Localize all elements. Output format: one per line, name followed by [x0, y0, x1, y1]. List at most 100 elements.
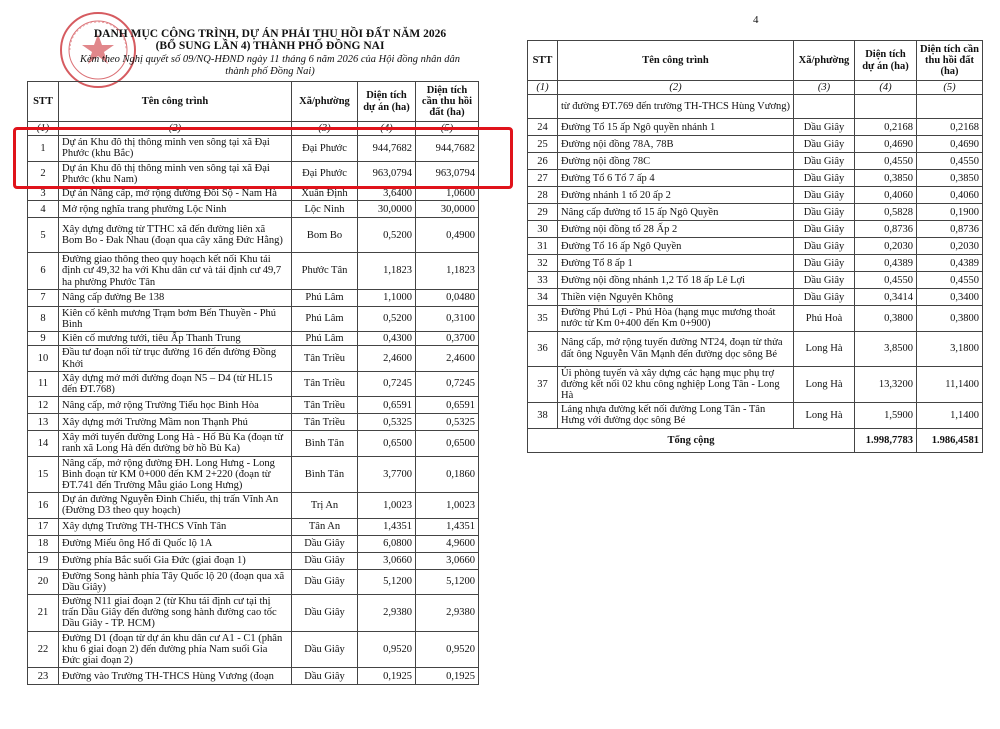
area-cell: 0,2030: [854, 237, 917, 256]
table-row: 9 Kiên cố mương tưới, tiêu Ấp Thanh Trung…: [27, 331, 479, 347]
stt-cell: 19: [27, 551, 59, 570]
index-cell: (1): [527, 79, 558, 96]
table-row: 21 Đường N11 giai đoạn 2 (từ Khu tái định…: [27, 594, 479, 632]
header-stt: STT: [27, 81, 59, 122]
area-cell: 0,1925: [357, 667, 416, 686]
table-row: 16 Dự án đường Nguyễn Đình Chiểu, thị trấ…: [27, 492, 479, 519]
table-row: 32 Đường Tổ 8 ấp 1 Dầu Giây 0,4389 0,4389: [527, 254, 983, 273]
ward-cell: Dầu Giây: [793, 254, 855, 273]
table-row: 23 Đường vào Trường TH-THCS Hùng Vương (đ…: [27, 667, 479, 686]
stt-cell: 18: [27, 534, 59, 553]
area-cell: 0,4550: [854, 152, 917, 171]
area-cell: 3,7700: [357, 455, 416, 494]
ward-cell: Bình Tân: [291, 455, 358, 494]
reclaim-cell: 0,1860: [415, 455, 479, 494]
ward-cell: Tân An: [291, 517, 358, 536]
reclaim-cell: 0,7245: [415, 370, 479, 398]
stt-cell: 31: [527, 237, 558, 256]
area-cell: 0,5325: [357, 413, 416, 432]
project-name-cell: Thiền viện Nguyên Không: [557, 288, 794, 307]
continuation-text: từ đường ĐT.769 đến trường TH-THCS Hùng …: [557, 94, 794, 120]
stt-cell: 30: [527, 220, 558, 239]
reclaim-cell: 0,4389: [916, 254, 983, 273]
ward-cell: Phú Lâm: [291, 305, 358, 333]
table-row: 36 Nâng cấp, mở rộng tuyến đường NT24, đo…: [527, 330, 983, 367]
project-name-cell: Kiên cố mương tưới, tiêu Ấp Thanh Trung: [58, 331, 292, 347]
table-row: 5 Xây dựng đường từ TTHC xã đến đường liê…: [27, 217, 479, 254]
stt-cell: 6: [27, 252, 59, 290]
table-row: 12 Nâng cấp, mở rộng Trường Tiểu học Bình…: [27, 396, 479, 415]
table-row: 11 Xây dựng mở mới đường đoạn N5 – D4 (từ…: [27, 370, 479, 398]
table-body-left: 1 Dự án Khu đô thị thông minh ven sông tạ…: [27, 135, 479, 686]
area-cell: 0,3800: [854, 305, 917, 332]
table-row: 7 Nâng cấp đường Be 138 Phú Lâm 1,1000 0,048…: [27, 288, 479, 307]
ward-cell: Long Hà: [793, 402, 855, 429]
ward-cell: Bình Tân: [291, 430, 358, 457]
area-cell: 0,4389: [854, 254, 917, 273]
ward-cell: Long Hà: [793, 330, 855, 367]
table-body-right: 24 Đường Tổ 15 ấp Ngô quyền nhánh 1 Dầu Gi…: [527, 118, 983, 429]
area-cell: 6,0800: [357, 534, 416, 553]
reclaim-cell: 0,2168: [916, 118, 983, 137]
total-area: 1.998,7783: [854, 427, 917, 453]
project-name-cell: Nâng cấp, mở rộng tuyến đường NT24, đoạn…: [557, 330, 794, 367]
area-cell: 2,9380: [357, 594, 416, 632]
stt-cell: 34: [527, 288, 558, 307]
area-cell: 0,3850: [854, 169, 917, 188]
table-row: 24 Đường Tổ 15 ấp Ngô quyền nhánh 1 Dầu Gi…: [527, 118, 983, 137]
project-name-cell: Đường giao thông theo quy hoạch kết nối …: [58, 252, 292, 290]
stt-cell: 8: [27, 305, 59, 333]
project-name-cell: Xây dựng đường từ TTHC xã đến đường liên…: [58, 217, 292, 254]
ward-cell: Dầu Giây: [291, 551, 358, 570]
project-name-cell: Đường Song hành phía Tây Quốc lộ 20 (đoạ…: [58, 568, 292, 596]
area-cell: 13,3200: [854, 365, 917, 404]
header-reclaim: Diện tích cần thu hồi đất (ha): [415, 81, 479, 122]
ward-cell: Tân Triều: [291, 413, 358, 432]
stt-cell: 12: [27, 396, 59, 415]
table-row: 35 Đường Phú Lợi - Phú Hòa (hạng mục mươn…: [527, 305, 983, 332]
reclaim-cell: 0,4060: [916, 186, 983, 205]
total-label: Tổng cộng: [527, 427, 855, 453]
ward-cell: Dầu Giây: [291, 534, 358, 553]
project-name-cell: Đường phía Bắc suối Gia Đức (giai đoạn 1…: [58, 551, 292, 570]
stt-cell: 29: [527, 203, 558, 222]
area-cell: 1,4351: [357, 517, 416, 536]
stt-cell: 27: [527, 169, 558, 188]
reclaim-cell: 0,3400: [916, 288, 983, 307]
reclaim-cell: 0,4550: [916, 152, 983, 171]
area-cell: 0,5200: [357, 217, 416, 254]
stt-cell: 32: [527, 254, 558, 273]
stt-cell: 37: [527, 365, 558, 404]
ward-cell: Tân Triều: [291, 345, 358, 372]
document-title: DANH MỤC CÔNG TRÌNH, DỰ ÁN PHẢI THU HỒI …: [70, 28, 470, 52]
reclaim-cell: 0,1925: [415, 667, 479, 686]
stt-cell: 21: [27, 594, 59, 632]
title-line-2: (BỔ SUNG LẦN 4) THÀNH PHỐ ĐỒNG NAI: [155, 40, 385, 52]
project-name-cell: Đầu tư đoạn nối từ trục đường 16 đến đườ…: [58, 345, 292, 372]
area-cell: 0,3414: [854, 288, 917, 307]
area-cell: 0,4690: [854, 135, 917, 154]
ward-cell: Phước Tân: [291, 252, 358, 290]
area-cell: 0,7245: [357, 370, 416, 398]
table-row: 27 Đường Tổ 6 Tổ 7 ấp 4 Dầu Giây 0,3850 0,38…: [527, 169, 983, 188]
project-name-cell: Mở rộng nghĩa trang phường Lộc Ninh: [58, 200, 292, 219]
reclaim-cell: 0,3800: [916, 305, 983, 332]
table-row: 34 Thiền viện Nguyên Không Dầu Giây 0,3414 0…: [527, 288, 983, 307]
reclaim-cell: 11,1400: [916, 365, 983, 404]
area-cell: 0,5828: [854, 203, 917, 222]
table-row: 8 Kiên cố kênh mương Trạm bơm Bến Thuyền …: [27, 305, 479, 333]
index-cell: (3): [793, 79, 855, 96]
table-row: 14 Xây mới tuyến đường Long Hà - Hố Bù Ka…: [27, 430, 479, 457]
subtitle-line-1: Kèm theo Nghị quyết số 09/NQ-HĐND ngày 1…: [79, 54, 461, 65]
table-row: 22 Đường D1 (đoạn từ dự án khu dân cư A1 …: [27, 630, 479, 669]
project-name-cell: Đường N11 giai đoạn 2 (từ Khu tái định c…: [58, 594, 292, 632]
table-row: 17 Xây dựng Trường TH-THCS Vĩnh Tân Tân An…: [27, 517, 479, 536]
project-name-cell: Dự án đường Nguyễn Đình Chiểu, thị trấn …: [58, 492, 292, 519]
ward-cell: Dầu Giây: [291, 630, 358, 669]
project-name-cell: Kiên cố kênh mương Trạm bơm Bến Thuyền -…: [58, 305, 292, 333]
area-cell: 1,1823: [357, 252, 416, 290]
header-stt: STT: [527, 40, 558, 81]
project-name-cell: Xây dựng mở mới đường đoạn N5 – D4 (từ H…: [58, 370, 292, 398]
reclaim-cell: 2,9380: [415, 594, 479, 632]
ward-cell: Phú Lâm: [291, 288, 358, 307]
